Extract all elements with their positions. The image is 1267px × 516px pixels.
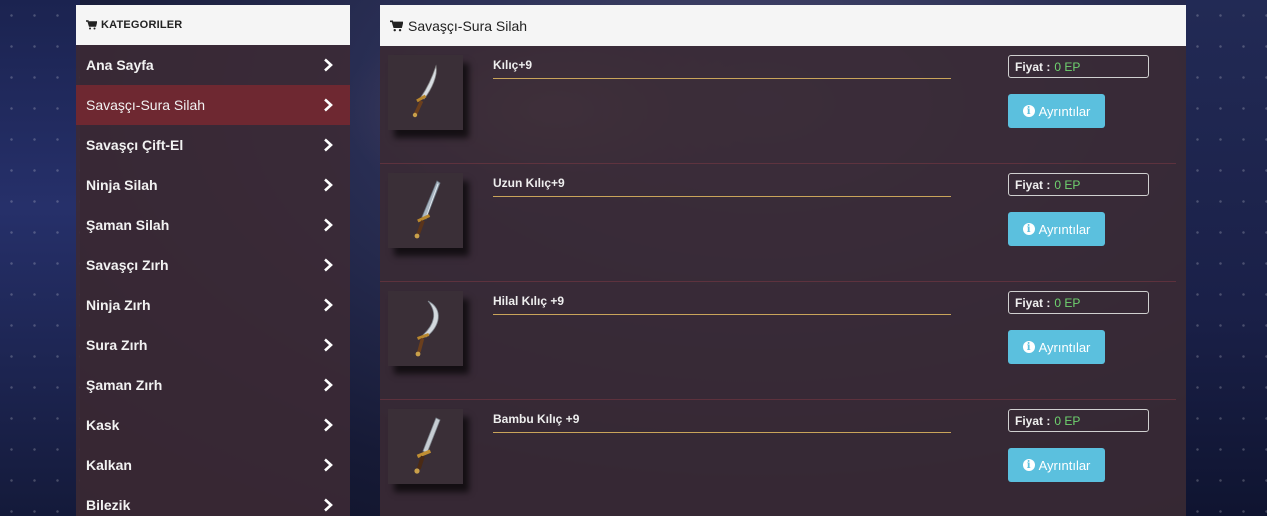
sidebar-item-label: Savaşçı Zırh — [86, 257, 169, 273]
sidebar-title: KATEGORILER — [101, 19, 183, 31]
sidebar-item-savasci-zirh[interactable]: Savaşçı Zırh — [76, 245, 350, 285]
sidebar-item-ninja-silah[interactable]: Ninja Silah — [76, 165, 350, 205]
chevron-right-icon — [322, 98, 334, 112]
chevron-right-icon — [322, 58, 334, 72]
sidebar-item-ninja-zirh[interactable]: Ninja Zırh — [76, 285, 350, 325]
sidebar-item-ana-sayfa[interactable]: Ana Sayfa — [76, 45, 350, 85]
category-sidebar: KATEGORILER Ana Sayfa Savaşçı-Sura Silah… — [76, 5, 350, 516]
chevron-right-icon — [322, 498, 334, 512]
sidebar-item-kask[interactable]: Kask — [76, 405, 350, 445]
sidebar-item-bilezik[interactable]: Bilezik — [76, 485, 350, 516]
price-box: Fiyat : 0 EP — [1008, 291, 1149, 314]
background-right — [1186, 0, 1267, 516]
sidebar-item-savasci-sura-silah[interactable]: Savaşçı-Sura Silah — [76, 85, 350, 125]
product-item: Kılıç+9 Fiyat : 0 EP i Ayrıntılar — [380, 46, 1176, 164]
chevron-right-icon — [322, 338, 334, 352]
info-icon: i — [1022, 105, 1035, 117]
panel-header: Savaşçı-Sura Silah — [380, 5, 1186, 46]
sidebar-header: KATEGORILER — [76, 5, 350, 45]
details-button[interactable]: i Ayrıntılar — [1008, 212, 1105, 246]
cart-icon — [390, 19, 403, 32]
details-button-label: Ayrıntılar — [1038, 103, 1091, 119]
price-label: Fiyat : — [1015, 177, 1051, 192]
price-value: 0 EP — [1054, 413, 1081, 428]
product-name[interactable]: Hilal Kılıç +9 — [493, 294, 951, 315]
chevron-right-icon — [322, 418, 334, 432]
chevron-right-icon — [322, 218, 334, 232]
chevron-right-icon — [322, 458, 334, 472]
chevron-right-icon — [322, 258, 334, 272]
price-value: 0 EP — [1054, 59, 1081, 74]
info-icon: i — [1022, 341, 1035, 353]
product-panel: Savaşçı-Sura Silah Kılıç+9 Fiyat : 0 EP … — [380, 5, 1186, 516]
details-button[interactable]: i Ayrıntılar — [1008, 330, 1105, 364]
sidebar-item-label: Ana Sayfa — [86, 57, 154, 73]
details-button-label: Ayrıntılar — [1038, 457, 1091, 473]
price-label: Fiyat : — [1015, 295, 1051, 310]
bamboo-sword-icon[interactable] — [388, 409, 463, 484]
price-value: 0 EP — [1054, 295, 1081, 310]
short-sword-icon[interactable] — [388, 55, 463, 130]
sidebar-item-savasci-cift-el[interactable]: Savaşçı Çift-El — [76, 125, 350, 165]
category-list: Ana Sayfa Savaşçı-Sura Silah Savaşçı Çif… — [76, 45, 350, 516]
product-name[interactable]: Uzun Kılıç+9 — [493, 176, 951, 197]
sidebar-item-label: Şaman Zırh — [86, 377, 163, 393]
price-box: Fiyat : 0 EP — [1008, 409, 1149, 432]
chevron-right-icon — [322, 298, 334, 312]
info-icon: i — [1022, 223, 1035, 235]
cart-icon — [86, 20, 97, 30]
page-title: Savaşçı-Sura Silah — [408, 17, 528, 34]
crescent-sword-icon[interactable] — [388, 291, 463, 366]
details-button-label: Ayrıntılar — [1038, 339, 1091, 355]
chevron-right-icon — [322, 378, 334, 392]
sidebar-item-label: Ninja Silah — [86, 177, 158, 193]
sidebar-item-kalkan[interactable]: Kalkan — [76, 445, 350, 485]
chevron-right-icon — [322, 138, 334, 152]
price-label: Fiyat : — [1015, 413, 1051, 428]
sidebar-item-label: Ninja Zırh — [86, 297, 151, 313]
price-box: Fiyat : 0 EP — [1008, 173, 1149, 196]
details-button[interactable]: i Ayrıntılar — [1008, 448, 1105, 482]
sidebar-item-label: Savaşçı-Sura Silah — [86, 97, 206, 113]
sidebar-item-label: Kalkan — [86, 457, 132, 473]
sidebar-item-label: Sura Zırh — [86, 337, 148, 353]
product-list: Kılıç+9 Fiyat : 0 EP i Ayrıntılar Uzun K… — [380, 46, 1186, 516]
info-icon: i — [1022, 459, 1035, 471]
sidebar-item-label: Şaman Silah — [86, 217, 170, 233]
sidebar-item-sura-zirh[interactable]: Sura Zırh — [76, 325, 350, 365]
product-item: Uzun Kılıç+9 Fiyat : 0 EP i Ayrıntılar — [380, 164, 1176, 282]
product-name[interactable]: Bambu Kılıç +9 — [493, 412, 951, 433]
background-left — [0, 0, 80, 516]
product-name[interactable]: Kılıç+9 — [493, 58, 951, 79]
sidebar-item-saman-silah[interactable]: Şaman Silah — [76, 205, 350, 245]
long-sword-icon[interactable] — [388, 173, 463, 248]
sidebar-item-label: Kask — [86, 417, 120, 433]
sidebar-item-label: Bilezik — [86, 497, 131, 513]
product-item: Hilal Kılıç +9 Fiyat : 0 EP i Ayrıntılar — [380, 282, 1176, 400]
sidebar-item-saman-zirh[interactable]: Şaman Zırh — [76, 365, 350, 405]
sidebar-item-label: Savaşçı Çift-El — [86, 137, 184, 153]
price-label: Fiyat : — [1015, 59, 1051, 74]
details-button-label: Ayrıntılar — [1038, 221, 1091, 237]
product-item: Bambu Kılıç +9 Fiyat : 0 EP i Ayrıntılar — [380, 400, 1176, 516]
details-button[interactable]: i Ayrıntılar — [1008, 94, 1105, 128]
price-value: 0 EP — [1054, 177, 1081, 192]
price-box: Fiyat : 0 EP — [1008, 55, 1149, 78]
chevron-right-icon — [322, 178, 334, 192]
